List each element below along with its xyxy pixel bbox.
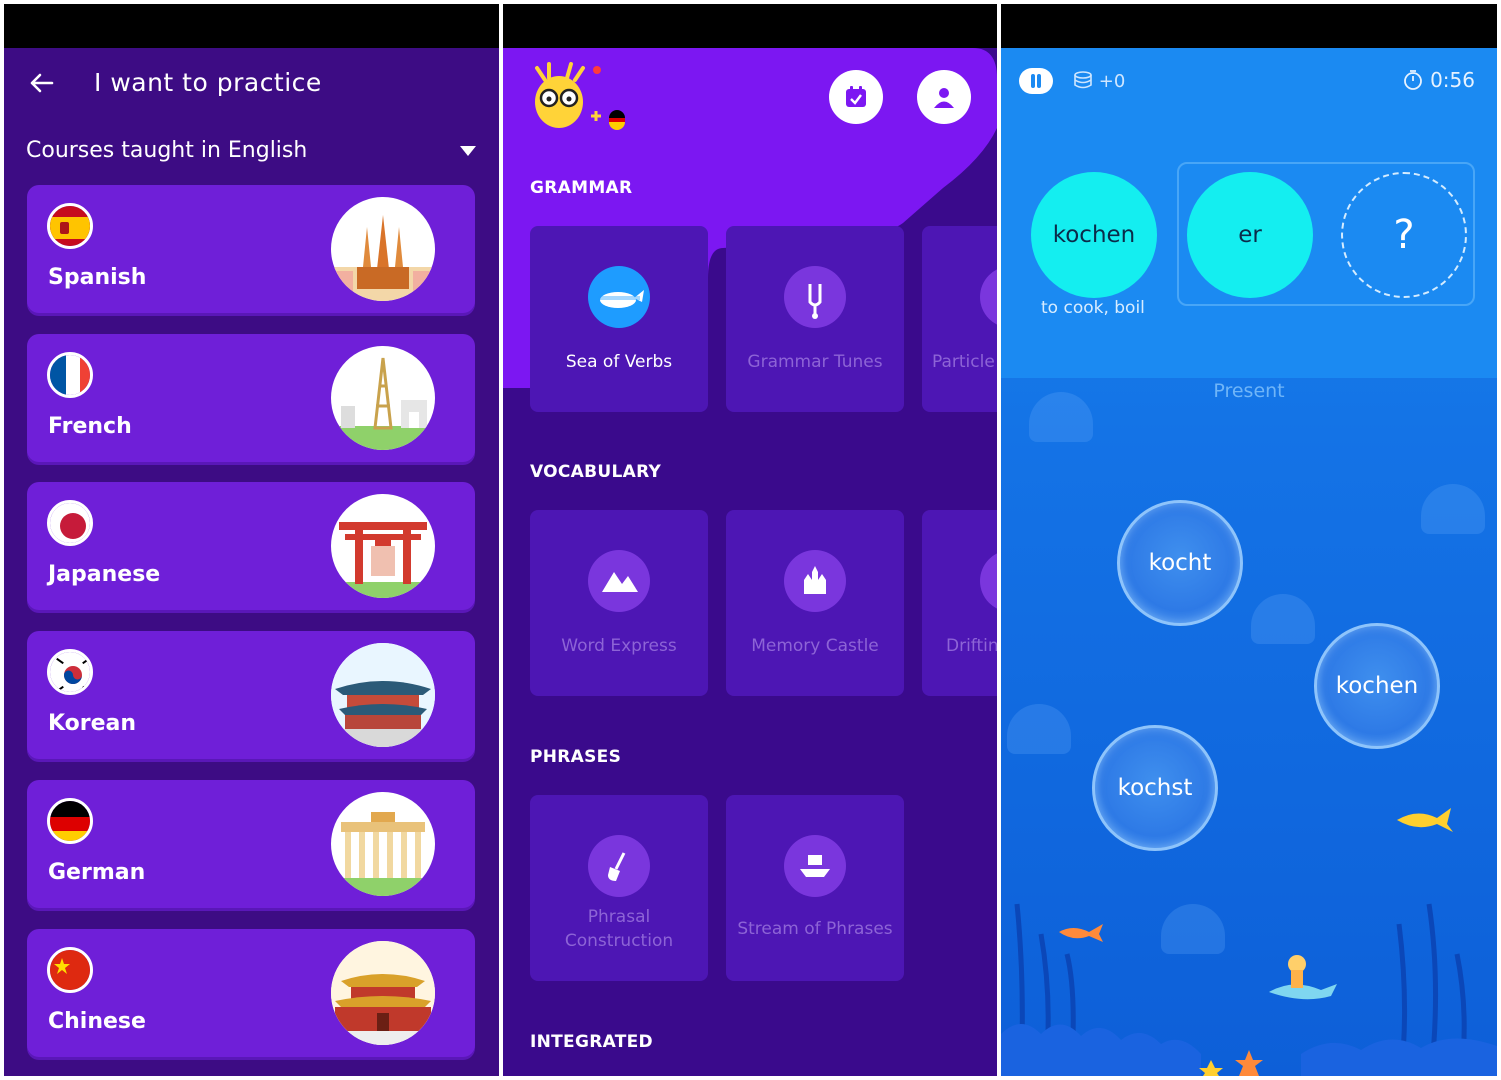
coins-value: +0 [1098,71,1126,92]
course-card-french[interactable]: French [27,334,475,462]
status-bar [503,4,997,48]
jellyfish-decoration [1251,594,1315,644]
games-screen: GRAMMAR Sea of Verbs Grammar Tunes Parti… [503,4,997,1076]
game-tile-phrasal-construction[interactable]: Phrasal Construction [530,795,708,981]
game-tile-stream-of-phrases[interactable]: Stream of Phrases [726,795,904,981]
stopwatch-icon [1403,70,1422,90]
tile-label: Memory Castle [751,636,879,656]
profile-button[interactable] [917,70,971,124]
status-bar [4,4,499,48]
course-card-german[interactable]: German [27,780,475,908]
answer-blank: ? [1341,172,1467,298]
tile-label: Word Express [561,636,677,656]
tile-label: Grammar Tunes [747,352,883,372]
timer: 0:56 [1402,68,1475,92]
option-bubble-kochst[interactable]: kochst [1092,725,1218,851]
coins-counter: +0 [1073,70,1125,92]
tile-label: Phrasal Construction [564,907,674,951]
chevron-down-icon[interactable] [460,146,476,156]
page-title: I want to practice [94,68,322,97]
tile-label: Sea of Verbs [565,352,673,372]
game-tile-drifting[interactable]: Driftin [922,510,997,696]
course-card-korean[interactable]: Korean [27,631,475,759]
eiffel-tower-illustration [331,346,435,450]
option-bubble-kocht[interactable]: kocht [1117,500,1243,626]
section-heading-vocabulary: VOCABULARY [530,462,662,482]
jellyfish-decoration [1007,704,1071,754]
game-tile-memory-castle[interactable]: Memory Castle [726,510,904,696]
user-icon [934,88,954,108]
coins-icon [1074,71,1092,89]
korean-palace-illustration [331,643,435,747]
tile-label: Particle [932,352,995,372]
china-flag-icon [47,947,93,993]
course-language-selector[interactable]: Courses taught in English [26,138,307,163]
course-selection-screen: I want to practice Courses taught in Eng… [4,4,499,1076]
germany-flag-icon [47,798,93,844]
sea-of-verbs-game-screen: +0 0:56 kochen to cook, boil er ? Presen… [1001,4,1497,1076]
section-heading-phrases: PHRASES [530,747,622,767]
translation-text: to cook, boil [1041,298,1145,318]
drifting-icon [980,550,997,612]
calendar-check-icon [846,86,866,107]
tile-label: Driftin [946,636,997,656]
spain-flag-icon [47,203,93,249]
mountain-icon [588,550,650,612]
torii-gate-illustration [331,494,435,598]
game-tile-word-express[interactable]: Word Express [530,510,708,696]
option-bubble-kochen[interactable]: kochen [1314,623,1440,749]
game-tile-grammar-tunes[interactable]: Grammar Tunes [726,226,904,412]
course-name: German [48,860,146,885]
korea-flag-icon [47,649,93,695]
sagrada-familia-illustration [331,197,435,301]
yellow-fish-decoration [1397,808,1453,832]
shovel-icon [588,835,650,897]
tuning-fork-icon [784,266,846,328]
course-card-japanese[interactable]: Japanese [27,482,475,610]
infinitive-bubble: kochen [1031,172,1157,298]
whale-icon [588,266,650,328]
status-bar [1001,4,1497,48]
particle-icon [980,266,997,328]
castle-icon [784,550,846,612]
game-tile-particle[interactable]: Particle [922,226,997,412]
timer-value: 0:56 [1430,68,1475,92]
boat-icon [784,835,846,897]
course-name: Chinese [48,1009,146,1034]
tile-label: Stream of Phrases [737,919,893,939]
deer-mascot-logo [527,62,631,134]
course-card-chinese[interactable]: Chinese [27,929,475,1057]
course-name: Japanese [48,562,161,587]
section-heading-integrated: INTEGRATED [530,1032,653,1052]
section-heading-grammar: GRAMMAR [530,178,633,198]
brandenburg-gate-illustration [331,792,435,896]
tiananmen-illustration [331,941,435,1045]
course-card-spanish[interactable]: Spanish [27,185,475,313]
back-arrow-icon[interactable] [28,70,54,96]
pause-button[interactable] [1019,68,1053,94]
pronoun-bubble: er [1187,172,1313,298]
jellyfish-decoration [1421,484,1485,534]
course-name: Spanish [48,265,147,290]
course-name: French [48,414,132,439]
france-flag-icon [47,352,93,398]
seabed-decoration [1001,903,1497,1076]
calendar-button[interactable] [829,70,883,124]
course-name: Korean [48,711,137,736]
game-tile-sea-of-verbs[interactable]: Sea of Verbs [530,226,708,412]
japan-flag-icon [47,500,93,546]
